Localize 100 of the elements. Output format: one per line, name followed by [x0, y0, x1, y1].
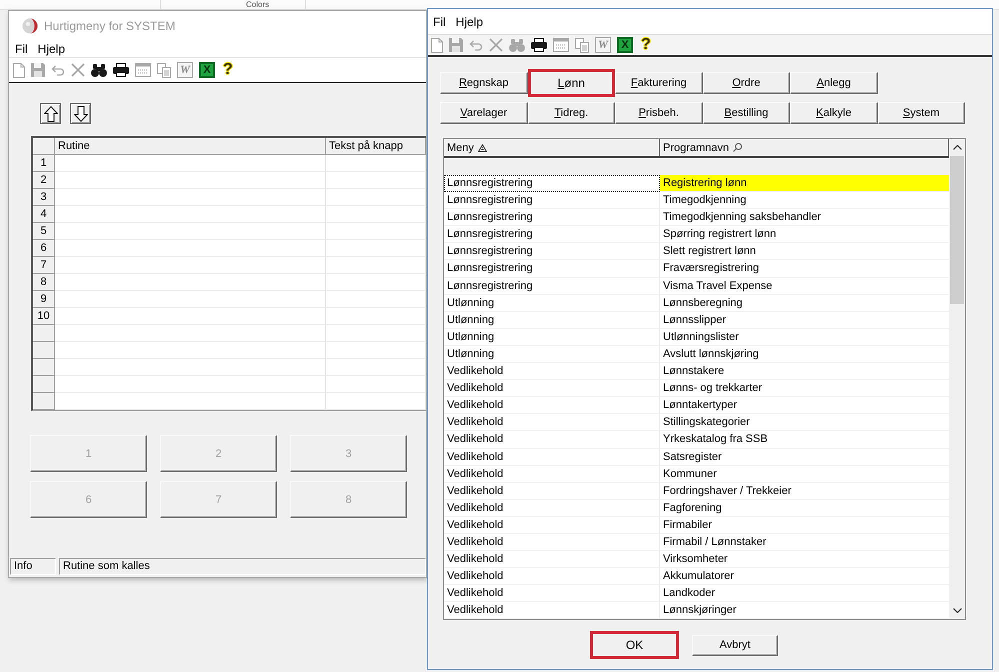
- printer-icon[interactable]: [531, 38, 547, 52]
- table-cell[interactable]: Satsregister: [660, 448, 949, 466]
- table-cell[interactable]: Vedlikehold: [444, 448, 660, 466]
- table-cell[interactable]: [326, 240, 426, 257]
- table-cell[interactable]: [55, 359, 326, 376]
- table-cell[interactable]: Utlønning: [444, 294, 660, 312]
- menu-item[interactable]: Hjelp: [456, 14, 484, 28]
- table-cell[interactable]: Lønnstakere: [660, 363, 949, 380]
- table-cell[interactable]: [55, 376, 326, 393]
- table-cell[interactable]: [326, 325, 426, 342]
- column-header[interactable]: Meny: [444, 139, 660, 156]
- module-button[interactable]: Varelager: [440, 102, 528, 124]
- table-cell[interactable]: [326, 393, 426, 410]
- table-cell[interactable]: Vedlikehold: [444, 466, 660, 483]
- column-header[interactable]: Rutine: [55, 138, 326, 155]
- table-cell[interactable]: [55, 291, 326, 308]
- module-button[interactable]: Regnskap: [440, 72, 528, 94]
- table-cell[interactable]: Utlønning: [444, 346, 660, 364]
- table-cell[interactable]: [326, 274, 426, 291]
- table-cell[interactable]: Vedlikehold: [444, 516, 660, 534]
- table-cell[interactable]: Vedlikehold: [444, 602, 660, 620]
- table-cell[interactable]: Vedlikehold: [444, 568, 660, 586]
- table-cell[interactable]: Vedlikehold: [444, 363, 660, 380]
- table-cell[interactable]: Lønnsregistrering: [444, 226, 660, 244]
- table-cell[interactable]: Lønnsslipper: [660, 312, 949, 329]
- table-cell[interactable]: [326, 172, 426, 189]
- help-icon[interactable]: ?: [639, 37, 653, 53]
- table-cell[interactable]: Timegodkjenning saksbehandler: [660, 209, 949, 226]
- table-cell[interactable]: Vedlikehold: [444, 500, 660, 517]
- table-cell[interactable]: Lønns- og trekkarter: [660, 380, 949, 398]
- scrollbar-thumb[interactable]: [950, 156, 964, 304]
- table-cell[interactable]: Fraværsregistrering: [660, 260, 949, 278]
- table-cell[interactable]: Fordringshaver / Trekkeier: [660, 482, 949, 500]
- table-cell[interactable]: Spørring registrert lønn: [660, 226, 949, 244]
- table-cell[interactable]: [326, 189, 426, 206]
- binoculars-icon[interactable]: [91, 64, 107, 76]
- table-cell[interactable]: [55, 393, 326, 410]
- table-cell[interactable]: Firmabil / Lønnstaker: [660, 534, 949, 552]
- table-cell[interactable]: Utlønningslister: [660, 328, 949, 346]
- x-tile-icon[interactable]: X: [617, 37, 633, 53]
- table-cell[interactable]: Kommuner: [660, 466, 949, 483]
- table-cell[interactable]: [55, 342, 326, 359]
- table-cell[interactable]: Yrkeskatalog fra SSB: [660, 431, 949, 448]
- table-cell[interactable]: [55, 223, 326, 240]
- table-cell[interactable]: Timegodkjenning: [660, 192, 949, 210]
- table-cell[interactable]: Slett registrert lønn: [660, 243, 949, 260]
- menu-item[interactable]: Hjelp: [38, 42, 66, 56]
- table-cell[interactable]: [326, 291, 426, 308]
- help-icon[interactable]: ?: [221, 62, 235, 78]
- table-cell[interactable]: Vedlikehold: [444, 482, 660, 500]
- table-cell[interactable]: [55, 172, 326, 189]
- table-cell[interactable]: Lønnsregistrering: [444, 192, 660, 210]
- table-cell[interactable]: [326, 223, 426, 240]
- table-cell[interactable]: Registrering lønn: [660, 175, 949, 192]
- module-button[interactable]: Kalkyle: [790, 102, 878, 124]
- table-cell[interactable]: Lønnsregistrering: [444, 260, 660, 278]
- menu-item[interactable]: Fil: [15, 42, 28, 56]
- table-cell[interactable]: Lønnsregistrering: [444, 278, 660, 295]
- table-cell[interactable]: [326, 376, 426, 393]
- table-cell[interactable]: Avslutt lønnskjøring: [660, 346, 949, 364]
- table-cell[interactable]: [55, 206, 326, 223]
- table-cell[interactable]: [326, 308, 426, 325]
- dialog-button[interactable]: OK: [590, 631, 679, 660]
- module-button[interactable]: Bestilling: [702, 102, 790, 124]
- table-cell[interactable]: [326, 206, 426, 223]
- dialog-button[interactable]: Avbryt: [692, 634, 778, 656]
- table-cell[interactable]: Lønnskjøringer: [660, 602, 949, 620]
- table-cell[interactable]: [55, 155, 326, 172]
- column-header[interactable]: Tekst på knapp: [326, 138, 426, 155]
- table-cell[interactable]: Vedlikehold: [444, 551, 660, 568]
- table-cell[interactable]: Vedlikehold: [444, 585, 660, 602]
- table-cell[interactable]: [326, 342, 426, 359]
- table-cell[interactable]: [55, 274, 326, 291]
- table-cell[interactable]: [55, 325, 326, 342]
- module-button[interactable]: Lønn: [528, 69, 615, 97]
- printer-icon[interactable]: [113, 63, 129, 77]
- move-up-button[interactable]: [40, 103, 61, 124]
- table-cell[interactable]: Lønnsregistrering: [444, 243, 660, 260]
- table-cell[interactable]: Utlønning: [444, 312, 660, 329]
- module-button[interactable]: Tidreg.: [528, 102, 615, 124]
- table-cell[interactable]: [326, 359, 426, 376]
- table-cell[interactable]: Lønntakertyper: [660, 397, 949, 414]
- table-cell[interactable]: Utlønning: [444, 328, 660, 346]
- table-cell[interactable]: Fagforening: [660, 500, 949, 517]
- table-cell[interactable]: Akkumulatorer: [660, 568, 949, 586]
- table-cell[interactable]: Vedlikehold: [444, 534, 660, 552]
- scrollbar[interactable]: [949, 139, 965, 620]
- table-cell[interactable]: Visma Travel Expense: [660, 278, 949, 295]
- table-cell[interactable]: Lønnsregistrering: [444, 175, 660, 192]
- menu-item[interactable]: Fil: [433, 14, 446, 28]
- module-button[interactable]: System: [878, 102, 965, 124]
- module-button[interactable]: Prisbeh.: [615, 102, 702, 124]
- table-cell[interactable]: Stillingskategorier: [660, 414, 949, 432]
- table-cell[interactable]: Vedlikehold: [444, 414, 660, 432]
- table-cell[interactable]: Lønnsregistrering: [444, 209, 660, 226]
- table-cell[interactable]: [55, 189, 326, 206]
- module-button[interactable]: Ordre: [702, 72, 790, 94]
- table-cell[interactable]: Lønnsberegning: [660, 294, 949, 312]
- table-cell[interactable]: Firmabiler: [660, 516, 949, 534]
- table-cell[interactable]: [55, 240, 326, 257]
